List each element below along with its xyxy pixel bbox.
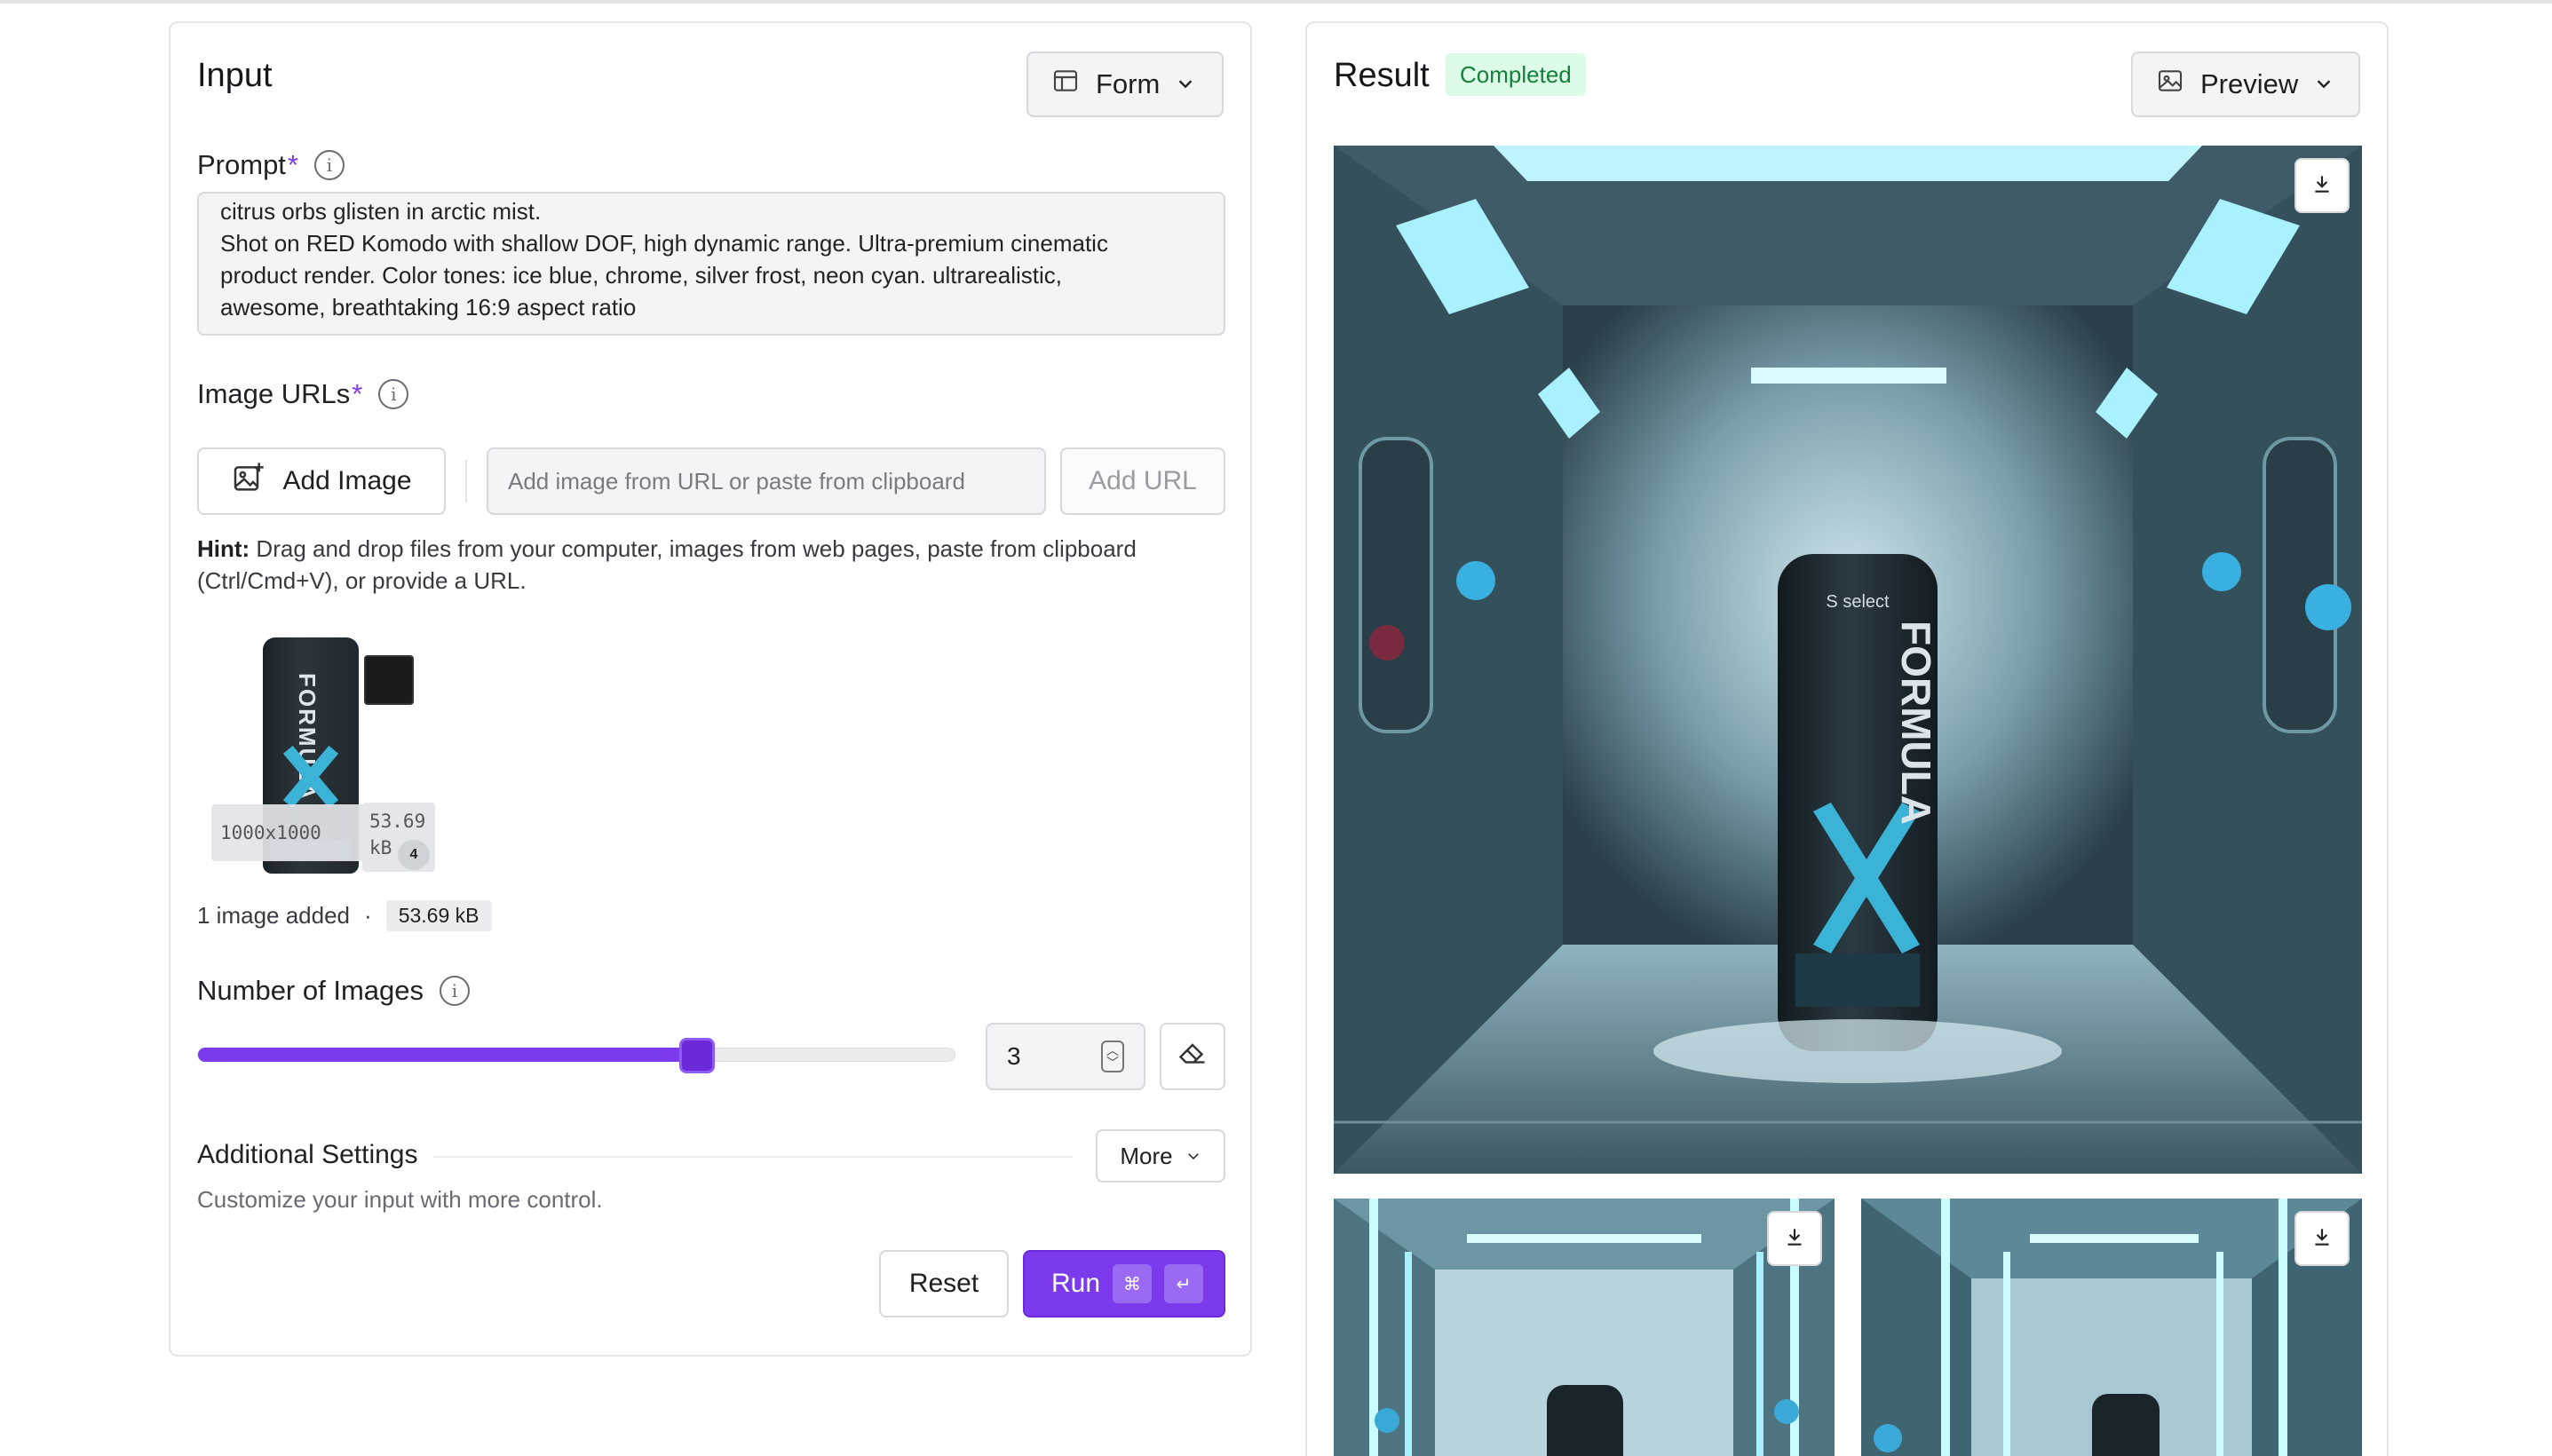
chevron-down-icon [1176,68,1195,100]
status-badge: Completed [1446,53,1586,96]
num-images-slider[interactable] [197,1038,955,1073]
download-icon [2310,172,2334,200]
table-layout-icon [1051,67,1080,102]
run-label: Run [1051,1269,1101,1298]
mode-select-label: Form [1096,68,1161,99]
add-image-label: Add Image [282,466,412,495]
stepper-icon[interactable]: ︿ ﹀ [1101,1041,1124,1072]
eraser-icon [1177,1037,1209,1076]
upload-hint: Hint: Drag and drop files from your comp… [197,533,1227,597]
add-url-button[interactable]: Add URL [1060,447,1225,515]
total-size-badge: 53.69 kB [385,900,492,931]
enter-key-icon: ↵ [1164,1264,1204,1303]
image-urls-label: Image URLs * i [197,378,409,410]
separator: · [364,902,372,929]
download-button[interactable] [2294,158,2350,213]
chevron-down-icon [2314,68,2334,100]
view-select-label: Preview [2200,68,2299,99]
view-select[interactable]: Preview [2131,51,2360,117]
prompt-label: Prompt * i [197,149,345,181]
download-icon [2310,1225,2334,1253]
info-icon[interactable]: i [314,150,345,180]
generated-image-thumbnail[interactable] [1334,1199,1835,1456]
image-icon [2156,67,2184,102]
more-button[interactable]: More [1096,1129,1225,1183]
divider [433,1156,1073,1158]
add-image-icon [231,460,266,502]
result-panel: Result Completed Preview S select FORMUL… [1305,21,2389,1456]
add-image-button[interactable]: Add Image [197,447,446,515]
info-icon[interactable]: i [378,379,409,409]
clear-button[interactable] [1160,1023,1225,1090]
num-images-input[interactable]: 3 ︿ ﹀ [986,1023,1145,1090]
prompt-line: product render. Color tones: ice blue, c… [220,262,1062,289]
prompt-line: awesome, breathtaking 16:9 aspect ratio [220,294,637,320]
divider [465,460,467,502]
download-button[interactable] [1767,1211,1822,1266]
result-title: Result [1334,57,1430,94]
more-label: More [1120,1142,1173,1169]
top-divider [0,0,2552,4]
input-panel: Input Form Prompt * i citrus orbs gliste… [169,21,1252,1357]
chevron-down-icon [1185,1143,1201,1170]
input-title: Input [197,57,273,94]
reset-button[interactable]: Reset [879,1250,1009,1318]
command-key-icon: ⌘ [1113,1264,1153,1303]
prompt-line: Shot on RED Komodo with shallow DOF, hig… [220,230,1108,257]
mode-select[interactable]: Form [1026,51,1224,117]
pack-badge: 4 [398,840,430,870]
svg-text:S select: S select [1826,592,1890,612]
generated-image-thumbnail[interactable] [1861,1199,2362,1456]
download-button[interactable] [2294,1211,2350,1266]
info-icon[interactable]: i [440,976,470,1006]
num-images-label: Number of Images i [197,975,470,1007]
additional-settings-title: Additional Settings [197,1140,418,1169]
image-dimensions: 1000x1000 [211,804,364,861]
slider-thumb[interactable] [679,1038,715,1073]
run-button[interactable]: Run ⌘ ↵ [1023,1250,1225,1318]
images-added-text: 1 image added [197,902,351,929]
hint-text: Drag and drop files from your computer, … [250,535,1137,562]
generated-image-main[interactable]: S select FORMULA [1334,146,2362,1174]
uploaded-image-thumbnail[interactable]: FORMULA 1000x1000 53.69 kB 4 [210,620,440,886]
download-icon [1783,1225,1806,1253]
prompt-line: citrus orbs glisten in arctic mist. [220,198,542,225]
color-swatch [364,655,414,705]
prompt-textarea[interactable]: citrus orbs glisten in arctic mist. Shot… [197,192,1225,336]
num-images-value: 3 [1007,1042,1021,1070]
hint-text: (Ctrl/Cmd+V), or provide a URL. [197,567,527,594]
slider-fill [198,1048,697,1062]
svg-text:FORMULA: FORMULA [1893,621,1939,825]
image-url-input[interactable] [487,447,1046,515]
additional-settings-description: Customize your input with more control. [197,1186,603,1213]
hint-bold: Hint: [197,535,250,562]
images-added-summary: 1 image added · 53.69 kB [197,900,492,931]
